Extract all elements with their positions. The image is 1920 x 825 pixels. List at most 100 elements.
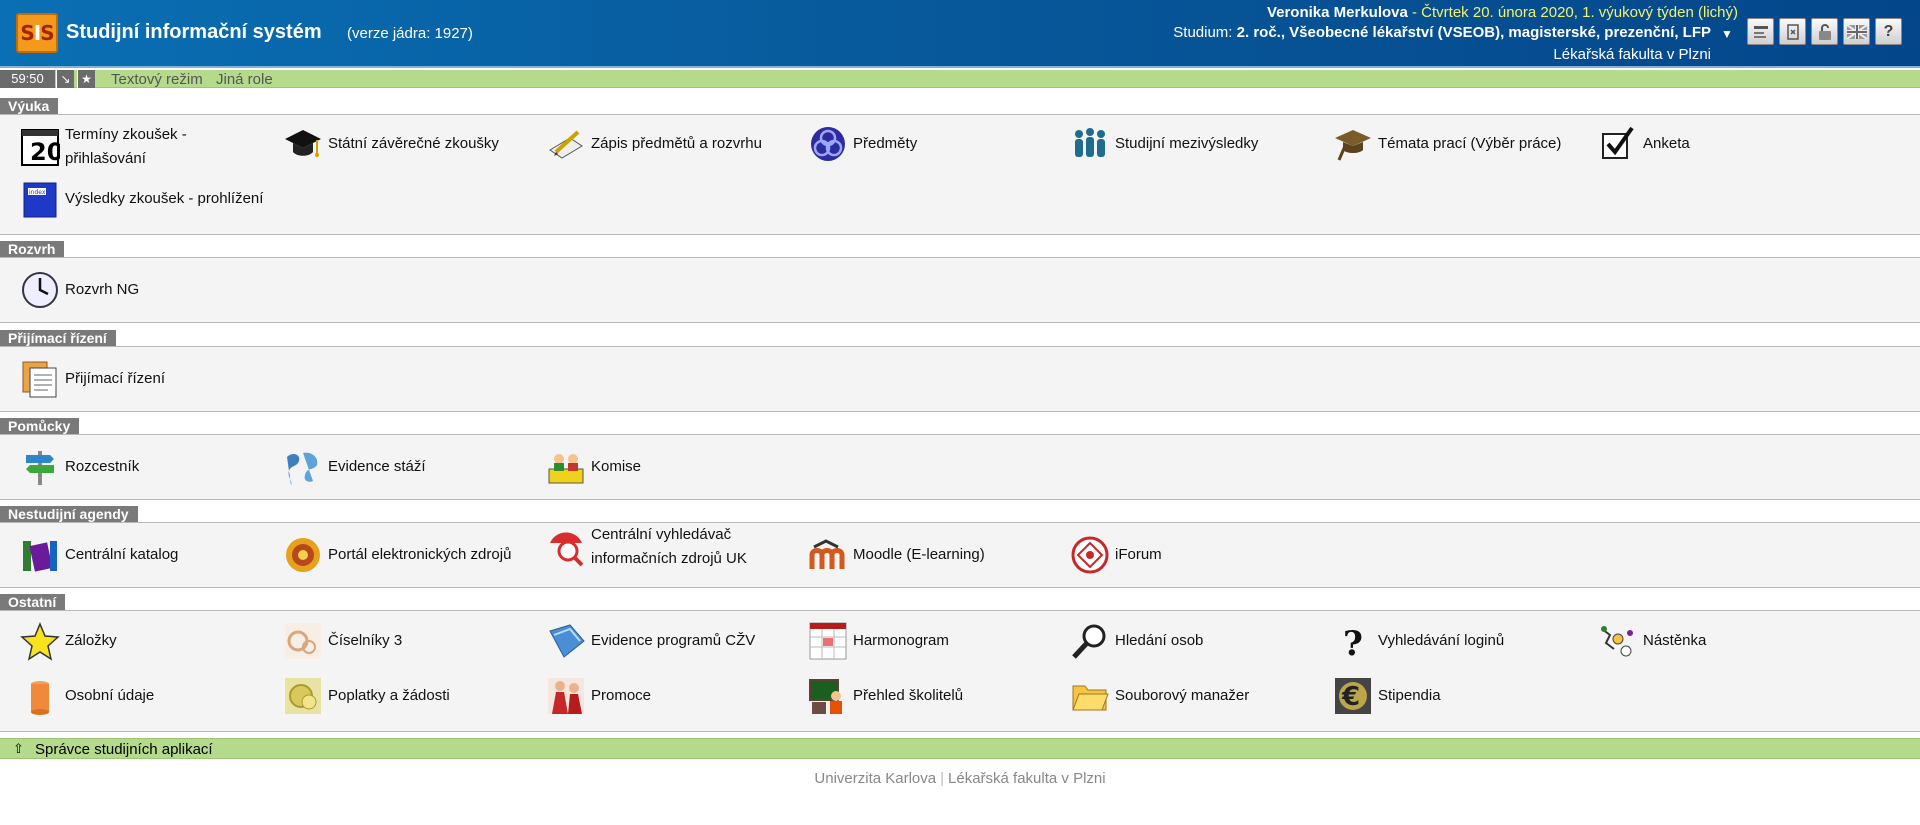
menu-item-label: Anketa <box>1643 135 1690 152</box>
section-pomucky: Rozcestník Evidence stáží Komise <box>0 434 1920 500</box>
star-icon[interactable]: ★ <box>77 70 95 88</box>
menu-item-temata-praci[interactable]: Témata prací (Výběr práce) <box>1332 123 1561 165</box>
menu-item-centralni-vyhledavac[interactable]: Centrální vyhledávač informačních zdrojů … <box>545 523 747 571</box>
noticeboard-icon <box>1597 620 1639 662</box>
portal-icon <box>282 534 324 576</box>
menu-item-label: Portál elektronických zdrojů <box>328 546 512 563</box>
menu-item-label: Evidence stáží <box>328 458 426 475</box>
study-line[interactable]: Studium: 2. roč., Všeobecné lékařství (V… <box>1173 24 1711 41</box>
svg-text:?: ? <box>1343 624 1363 661</box>
university-link[interactable]: Univerzita Karlova <box>814 770 936 787</box>
menu-item-rozvrh-ng[interactable]: Rozvrh NG <box>19 269 139 311</box>
section-vyuka: 20 Termíny zkoušek - přihlašování Státní … <box>0 114 1920 235</box>
menu-item-harmonogram[interactable]: Harmonogram <box>807 620 949 662</box>
menu-item-ciselniky[interactable]: Číselníky 3 <box>282 620 402 662</box>
faculty-link[interactable]: Lékařská fakulta v Plzni <box>948 770 1106 787</box>
menu-item-iforum[interactable]: iForum <box>1069 534 1162 576</box>
app-version: (verze jádra: 1927) <box>347 25 473 42</box>
menu-item-anketa[interactable]: Anketa <box>1597 123 1690 165</box>
section-ostatni: Záložky Číselníky 3 Evidence programů CŽ… <box>0 610 1920 732</box>
english-flag-icon[interactable] <box>1843 18 1870 45</box>
menu-item-label: Stipendia <box>1378 687 1441 704</box>
menu-item-statni-zaverecne-zkousky[interactable]: Státní závěrečné zkoušky <box>282 123 499 165</box>
menu-item-nastenka[interactable]: Nástěnka <box>1597 620 1706 662</box>
file-manager-icon <box>1069 675 1111 717</box>
section-rozvrh: Rozvrh NG <box>0 257 1920 323</box>
menu-item-promoce[interactable]: Promoce <box>545 675 651 717</box>
menu-item-stipendia[interactable]: € Stipendia <box>1332 675 1441 717</box>
text-mode-icon[interactable] <box>1747 18 1774 45</box>
celtic-knot-icon <box>807 123 849 165</box>
admin-link[interactable]: Správce studijních aplikací <box>35 741 213 758</box>
arrow-up-icon: ⇧ <box>13 741 24 756</box>
sis-logo[interactable]: SIS <box>16 13 58 53</box>
menu-item-label: Číselníky 3 <box>328 632 403 649</box>
calendar-exam-icon: 20 <box>19 126 61 168</box>
menu-item-label: Vyhledávání loginů <box>1378 632 1505 649</box>
graduation-cap-icon <box>282 123 324 165</box>
teacher-icon <box>807 675 849 717</box>
footer-separator: | <box>940 770 945 787</box>
magnifier-icon <box>1069 620 1111 662</box>
menu-item-zapis-predmetu[interactable]: Zápis předmětů a rozvrhu <box>545 123 762 165</box>
study-value: 2. roč., Všeobecné lékařství (VSEOB), ma… <box>1236 24 1711 41</box>
menu-item-evidence-programu-czv[interactable]: Evidence programů CŽV <box>545 620 755 662</box>
menu-item-poplatky-a-zadosti[interactable]: Poplatky a žádosti <box>282 675 450 717</box>
menu-item-label: Studijní mezivýsledky <box>1115 135 1259 152</box>
menu-item-label: Harmonogram <box>853 632 949 649</box>
menu-item-zalozky[interactable]: Záložky <box>19 620 117 662</box>
study-label: Studium: <box>1173 24 1233 41</box>
blue-folder-icon <box>545 620 587 662</box>
admin-bar[interactable]: ⇧ Správce studijních aplikací <box>0 738 1920 759</box>
menu-item-hledani-osob[interactable]: Hledání osob <box>1069 620 1203 662</box>
menu-item-souborovy-manazer[interactable]: Souborový manažer <box>1069 675 1249 717</box>
section-prijimaci-rizeni: Přijímací řízení <box>0 346 1920 412</box>
menu-item-prijimaci-rizeni[interactable]: Přijímací řízení <box>19 358 165 400</box>
menu-item-predmety[interactable]: Předměty <box>807 123 917 165</box>
menu-item-label: Hledání osob <box>1115 632 1204 649</box>
help-icon[interactable]: ? <box>1875 18 1902 45</box>
toolbar: 59:50 ↘ ★ Textový režim Jiná role <box>0 70 1920 88</box>
clock-icon <box>19 269 61 311</box>
menu-item-komise[interactable]: Komise <box>545 446 641 488</box>
menu-item-studijni-mezivysledky[interactable]: Studijní mezivýsledky <box>1069 123 1258 165</box>
menu-item-evidence-stazi[interactable]: Evidence stáží <box>282 446 426 488</box>
menu-item-portal-zdroju[interactable]: Portál elektronických zdrojů <box>282 534 511 576</box>
header: SIS Studijní informační systém (verze já… <box>0 0 1920 68</box>
menu-item-moodle[interactable]: Moodle (E-learning) <box>807 534 985 576</box>
menu-item-label: Rozcestník <box>65 458 140 475</box>
role-icon[interactable] <box>1779 18 1806 45</box>
search-lens-icon <box>545 526 587 568</box>
menu-item-prehled-skolitelu[interactable]: Přehled školitelů <box>807 675 963 717</box>
menu-item-label: Termíny zkoušek - <box>65 126 187 143</box>
menu-item-vyhledavani-loginu[interactable]: ? Vyhledávání loginů <box>1332 620 1504 662</box>
menu-item-label: iForum <box>1115 546 1162 563</box>
menu-item-label: Přijímací řízení <box>65 370 166 387</box>
moodle-icon <box>807 534 849 576</box>
menu-item-osobni-udaje[interactable]: Osobní údaje <box>19 675 154 717</box>
app-title[interactable]: Studijní informační systém <box>66 21 322 44</box>
footer: Univerzita Karlova | Lékařská fakulta v Pl… <box>0 770 1920 787</box>
svg-text:index: index <box>29 189 46 196</box>
menu-item-rozcestnik[interactable]: Rozcestník <box>19 446 139 488</box>
menu-item-label: Přehled školitelů <box>853 687 964 704</box>
section-title-nestudijni-agendy: Nestudijní agendy <box>0 506 138 522</box>
index-book-icon: index <box>19 178 61 220</box>
menu-item-label: Osobní údaje <box>65 687 155 704</box>
section-title-pomucky: Pomůcky <box>0 418 80 434</box>
chevron-down-icon[interactable]: ▼ <box>1721 27 1733 41</box>
menu-item-label: Komise <box>591 458 642 475</box>
checkbox-icon <box>1597 123 1639 165</box>
menu-item-centralni-katalog[interactable]: Centrální katalog <box>19 534 178 576</box>
menu-item-terminy-zkousek[interactable]: 20 Termíny zkoušek - přihlašování <box>19 123 187 171</box>
graduation-ceremony-icon <box>545 675 587 717</box>
text-mode-link[interactable]: Textový režim <box>111 71 203 88</box>
menu-item-label: Záložky <box>65 632 117 649</box>
arrow-down-right-icon[interactable]: ↘ <box>56 70 74 88</box>
menu-item-label: Centrální vyhledávač <box>591 526 732 543</box>
other-role-link[interactable]: Jiná role <box>216 71 273 88</box>
menu-item-vysledky-zkousek[interactable]: index Výsledky zkoušek - prohlížení <box>19 178 263 220</box>
logo-letter: S <box>40 21 54 45</box>
logout-lock-icon[interactable] <box>1811 18 1838 45</box>
menu-item-label: Promoce <box>591 687 652 704</box>
